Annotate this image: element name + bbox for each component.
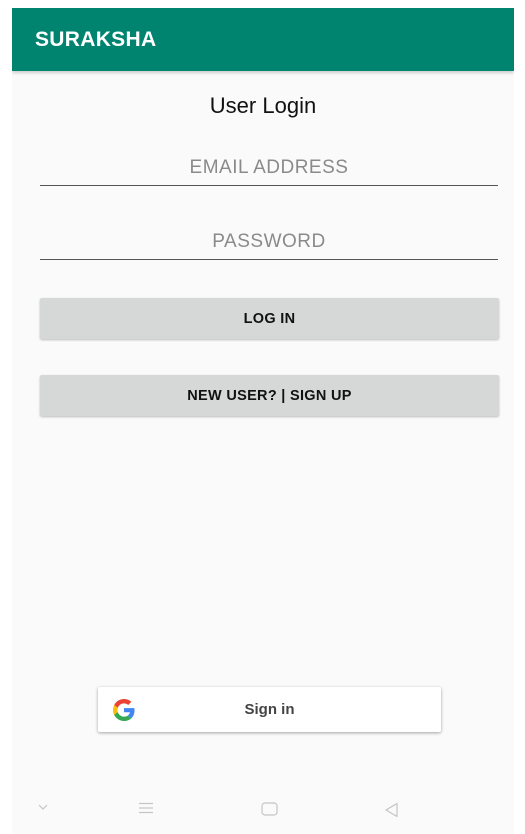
page-title: User Login <box>209 93 317 118</box>
app-bar: SURAKSHA <box>12 8 514 71</box>
email-field[interactable] <box>40 151 498 186</box>
google-signin-button[interactable]: Sign in <box>98 687 441 732</box>
chevron-down-icon[interactable] <box>37 802 49 812</box>
menu-icon[interactable] <box>138 802 154 814</box>
login-button-label: LOG IN <box>243 310 296 327</box>
login-button[interactable]: LOG IN <box>40 298 499 339</box>
back-icon[interactable] <box>384 802 399 818</box>
signup-button-label: NEW USER? | SIGN UP <box>187 387 352 404</box>
google-signin-label: Sign in <box>244 701 295 718</box>
app-title: SURAKSHA <box>35 28 157 51</box>
signup-button[interactable]: NEW USER? | SIGN UP <box>40 375 499 416</box>
app-screen: SURAKSHA User Login LOG IN NEW USER? | S… <box>12 8 514 834</box>
password-field[interactable] <box>40 225 498 260</box>
system-nav-bar <box>12 780 514 834</box>
home-icon[interactable] <box>261 802 278 816</box>
google-g-icon <box>113 699 135 721</box>
